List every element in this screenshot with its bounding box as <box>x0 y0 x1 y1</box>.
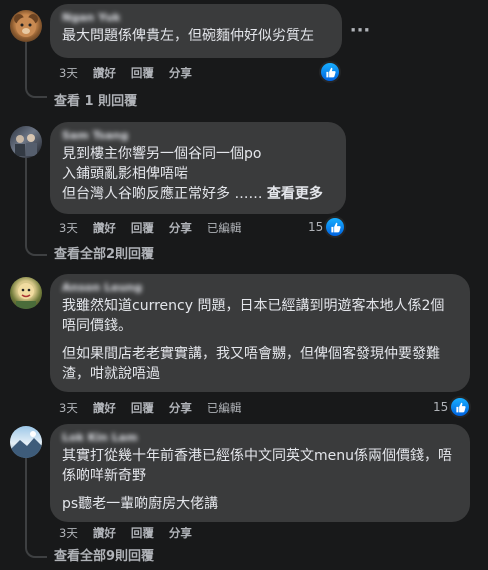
edited-label: 已編輯 <box>206 401 242 415</box>
comment-author[interactable]: Anson Leung <box>62 282 458 294</box>
comment-text: 見到樓主你響另一個谷同一個po 入鋪頭亂影相俾唔啱 但台灣人谷啲反應正常好多 …… <box>62 144 334 204</box>
view-replies-link[interactable]: 查看全部2則回覆 <box>54 246 154 264</box>
reaction-count: 15 <box>433 400 449 414</box>
thumbs-up-icon <box>321 63 339 81</box>
comment-author[interactable]: Sam Tsang <box>62 130 334 142</box>
comment-actions: 3天 讚好 回覆 分享 已編輯 <box>59 400 256 416</box>
group-photo-avatar-icon <box>15 134 37 156</box>
comment-text: 最大問題係俾貴左，但碗麵仲好似劣質左 <box>62 28 314 44</box>
comment-time[interactable]: 3天 <box>59 220 78 236</box>
thread-line <box>25 42 27 86</box>
share-button[interactable]: 分享 <box>169 65 192 81</box>
thread-elbow <box>25 244 47 256</box>
cartoon-avatar-icon <box>16 283 36 309</box>
share-button[interactable]: 分享 <box>169 220 192 236</box>
comment-bubble: Ngan Yuk 最大問題係俾貴左，但碗麵仲好似劣質左 <box>50 4 342 58</box>
like-button[interactable]: 讚好 <box>93 65 116 81</box>
reaction-count: 15 <box>308 220 324 234</box>
comment-text-body: 見到樓主你響另一個谷同一個po 入鋪頭亂影相俾唔啱 但台灣人谷啲反應正常好多 …… <box>62 146 263 202</box>
comment-author[interactable]: Ngan Yuk <box>62 12 330 24</box>
reply-button[interactable]: 回覆 <box>131 525 154 541</box>
comment-bubble: Anson Leung 我雖然知道currency 問題，日本已經講到明遊客本地… <box>50 274 470 392</box>
comment-author[interactable]: Lok Kin Lam <box>62 432 458 444</box>
thread-elbow <box>25 86 47 98</box>
bear-avatar-icon <box>14 14 38 37</box>
like-button[interactable]: 讚好 <box>93 400 116 416</box>
comment-time[interactable]: 3天 <box>59 525 78 541</box>
view-replies-link[interactable]: 查看全部9則回覆 <box>54 548 154 566</box>
avatar[interactable] <box>10 126 42 158</box>
comment-text: 但如果間店老老實實講，我又唔會嬲，但俾個客發現仲要發難渣，咁就說唔過 <box>62 346 440 382</box>
comment-time[interactable]: 3天 <box>59 400 78 416</box>
edited-label: 已編輯 <box>206 221 242 235</box>
landscape-avatar-icon <box>10 431 42 458</box>
reaction-badge[interactable]: 15 <box>433 398 470 416</box>
comment-actions: 3天 讚好 回覆 分享 <box>59 525 207 541</box>
view-replies-link[interactable]: 查看 1 則回覆 <box>54 93 137 111</box>
thumbs-up-icon <box>326 218 345 236</box>
reply-button[interactable]: 回覆 <box>131 220 154 236</box>
comment-text: 我雖然知道currency 問題，日本已經講到明遊客本地人係2個唔同價錢。 <box>62 298 445 334</box>
thread-line <box>25 158 27 244</box>
see-more-link[interactable]: 查看更多 <box>267 186 323 202</box>
reply-button[interactable]: 回覆 <box>131 400 154 416</box>
comment-time[interactable]: 3天 <box>59 65 78 81</box>
comment-actions: 3天 讚好 回覆 分享 <box>59 65 207 81</box>
like-button[interactable]: 讚好 <box>93 525 116 541</box>
avatar[interactable] <box>10 426 42 458</box>
comment-actions: 3天 讚好 回覆 分享 已編輯 <box>59 220 256 236</box>
avatar[interactable] <box>10 10 42 42</box>
thread-line <box>25 458 27 546</box>
avatar[interactable] <box>10 277 42 309</box>
thread-elbow <box>25 546 47 558</box>
thumbs-up-icon <box>451 398 470 416</box>
reply-button[interactable]: 回覆 <box>131 65 154 81</box>
like-button[interactable]: 讚好 <box>93 220 116 236</box>
comment-text: 其實打從幾十年前香港已經係中文同英文menu係兩個價錢，唔係啲咩新奇野 <box>62 448 452 484</box>
more-options-icon[interactable]: ··· <box>344 16 376 48</box>
reaction-badge[interactable] <box>321 63 339 81</box>
reaction-badge[interactable]: 15 <box>308 218 345 236</box>
comment-bubble: Lok Kin Lam 其實打從幾十年前香港已經係中文同英文menu係兩個價錢，… <box>50 424 470 522</box>
comment-text: ps聽老一輩啲廚房大佬講 <box>62 496 219 512</box>
comment-bubble: Sam Tsang 見到樓主你響另一個谷同一個po 入鋪頭亂影相俾唔啱 但台灣人… <box>50 122 346 214</box>
share-button[interactable]: 分享 <box>169 400 192 416</box>
share-button[interactable]: 分享 <box>169 525 192 541</box>
